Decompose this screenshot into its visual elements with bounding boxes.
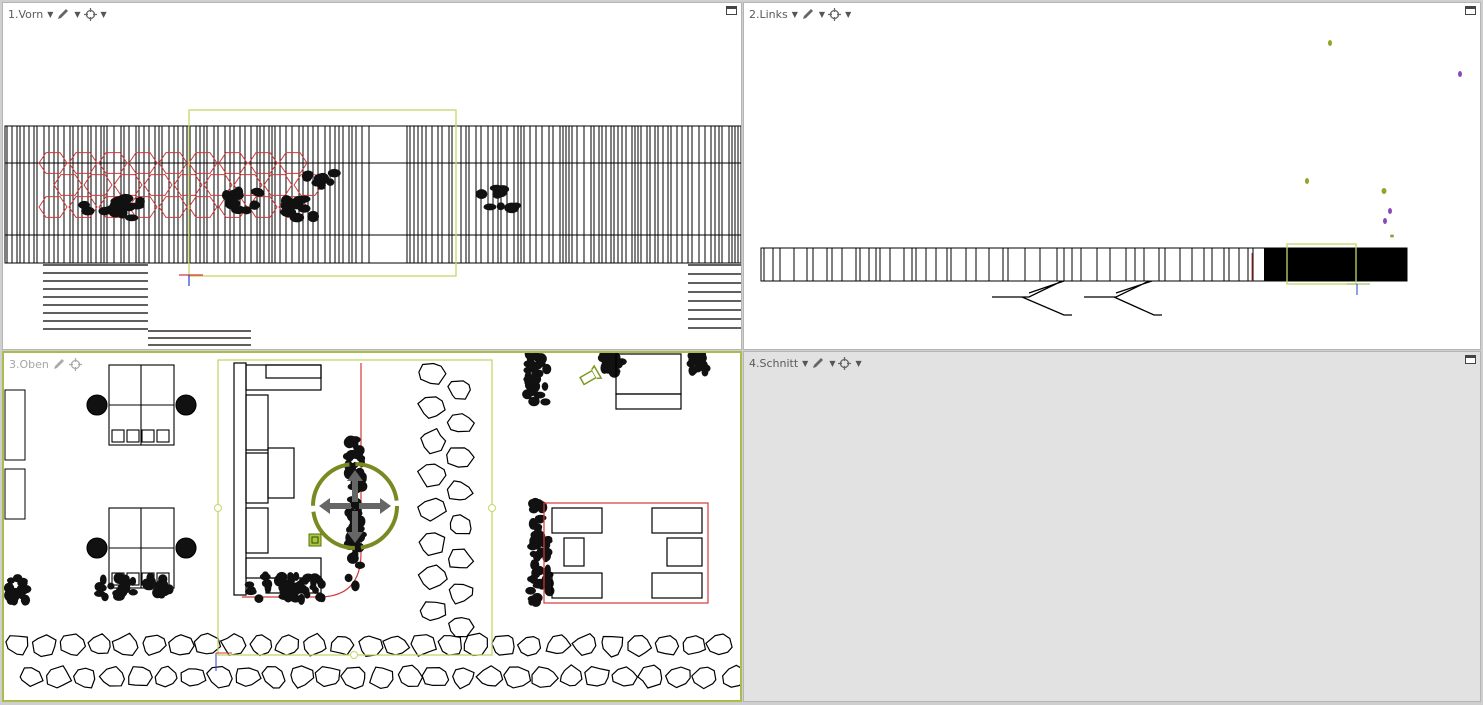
stepping-stones — [5, 362, 740, 690]
maximize-icon[interactable] — [1465, 355, 1476, 364]
caret-down-icon[interactable]: ▼ — [802, 359, 808, 368]
viewport-title[interactable]: 3.Oben — [9, 358, 49, 371]
pencil-icon[interactable] — [811, 356, 825, 370]
side-elevation-drawing — [760, 40, 1462, 316]
maximize-icon[interactable] — [726, 6, 737, 15]
pencil-icon[interactable] — [801, 7, 815, 21]
caret-down-icon[interactable]: ▼ — [792, 10, 798, 19]
viewport-top[interactable]: 3.Oben — [2, 351, 742, 702]
u-shaped-sofa — [233, 362, 322, 596]
caret-down-icon[interactable]: ▼ — [101, 10, 107, 19]
side-wall-lines — [763, 248, 1254, 281]
viewport-title[interactable]: 1.Vorn — [8, 8, 43, 21]
viewport-header: 4.Schnitt ▼ ▼ ▼ — [749, 354, 862, 372]
dense-section — [1264, 248, 1407, 281]
caret-down-icon[interactable]: ▼ — [855, 359, 861, 368]
pencil-icon[interactable] — [52, 357, 66, 371]
caret-down-icon[interactable]: ▼ — [819, 10, 825, 19]
wall-outline — [4, 125, 741, 264]
viewport-perspective[interactable]: 4.Schnitt ▼ ▼ ▼ — [743, 351, 1481, 702]
viewport-title[interactable]: 4.Schnitt — [749, 357, 798, 370]
lounge-module — [543, 502, 709, 604]
3d-section-render — [744, 352, 1481, 702]
caret-down-icon[interactable]: ▼ — [829, 359, 835, 368]
rug-edge — [242, 363, 362, 598]
glass-wall-mullions — [6, 126, 739, 263]
front-elevation-drawing — [4, 109, 741, 346]
viewport-header: 3.Oben — [9, 355, 82, 373]
maximize-icon[interactable] — [1465, 6, 1476, 15]
caret-down-icon[interactable]: ▼ — [74, 10, 80, 19]
caret-down-icon[interactable]: ▼ — [845, 10, 851, 19]
viewport-title[interactable]: 2.Links — [749, 8, 788, 21]
crosshair-icon[interactable] — [68, 357, 82, 371]
viewport-front[interactable]: 1.Vorn ▼ ▼ ▼ — [2, 2, 742, 350]
desk-groups — [86, 364, 197, 589]
leaf-particles — [1305, 40, 1462, 238]
stair-profile — [992, 280, 1162, 316]
caret-down-icon[interactable]: ▼ — [47, 10, 53, 19]
viewport-left[interactable]: 2.Links ▼ ▼ ▼ — [743, 2, 1481, 350]
crosshair-icon[interactable] — [838, 356, 852, 370]
crosshair-icon[interactable] — [83, 7, 97, 21]
viewport-header: 1.Vorn ▼ ▼ ▼ — [8, 5, 107, 23]
crosshair-icon[interactable] — [828, 7, 842, 21]
left-shelves — [4, 389, 26, 520]
pencil-icon[interactable] — [56, 7, 70, 21]
camera-icon[interactable] — [308, 533, 322, 547]
viewport-header: 2.Links ▼ ▼ ▼ — [749, 5, 851, 23]
light-icon — [579, 364, 603, 386]
staircase — [43, 264, 741, 346]
floor-plan-drawing — [4, 353, 740, 690]
